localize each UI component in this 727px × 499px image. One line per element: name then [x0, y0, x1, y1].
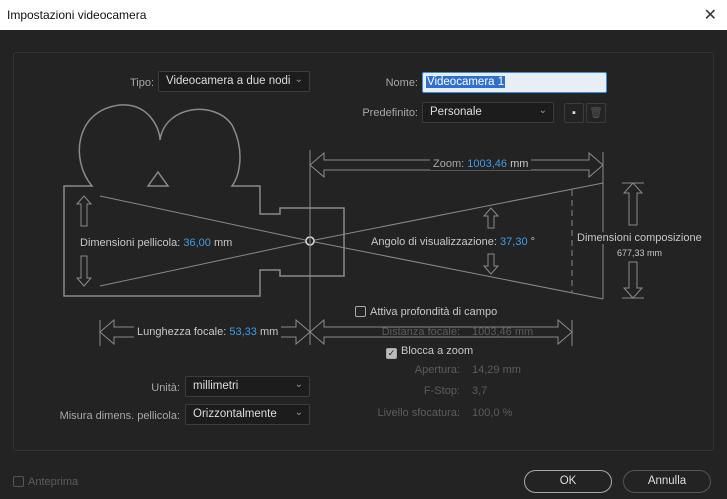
- film-size-label: Dimensioni pellicola:: [80, 237, 181, 249]
- fstop-value: 3,7: [472, 385, 488, 397]
- chevron-down-icon: ⌄: [294, 407, 303, 418]
- trash-icon[interactable]: 🗑: [586, 103, 606, 123]
- preset-value: Personale: [430, 106, 482, 118]
- film-down-arrow: [75, 255, 93, 287]
- checkbox-icon: [13, 476, 24, 487]
- film-measure-label: Misura dimens. pellicola:: [59, 410, 180, 422]
- comp-up-arrow: [622, 182, 644, 226]
- units-label: Unità:: [151, 382, 180, 394]
- comp-down-arrow: [622, 261, 644, 299]
- predefinito-label: Predefinito:: [362, 107, 418, 119]
- focal-length-value[interactable]: 53,33: [229, 326, 257, 338]
- fstop-label: F-Stop:: [423, 385, 460, 397]
- angle-field: Angolo di visualizzazione: 37,30 °: [369, 235, 538, 249]
- blur-value: 100,0 %: [472, 407, 513, 419]
- film-measure-value: Orizzontalmente: [193, 408, 277, 420]
- zoom-label: Zoom:: [433, 158, 465, 170]
- focal-length-field: Lunghezza focale: 53,33 mm: [134, 325, 282, 339]
- angle-label: Angolo di visualizzazione:: [371, 236, 497, 248]
- zoom-value[interactable]: 1003,46: [467, 158, 507, 170]
- blur-label: Livello sfocatura:: [377, 407, 460, 419]
- zoom-unit: mm: [510, 158, 529, 170]
- units-value: millimetri: [193, 380, 239, 392]
- tipo-label: Tipo:: [129, 77, 154, 89]
- save-preset-button[interactable]: ▪: [564, 103, 584, 123]
- camera-body-outline: [63, 104, 345, 297]
- comp-size-label: Dimensioni composizione: [577, 232, 702, 244]
- distance-value: 1003,46 mm: [472, 326, 534, 338]
- name-input[interactable]: Videocamera 1: [422, 72, 607, 93]
- film-up-arrow: [75, 195, 93, 227]
- chevron-down-icon: ⌄: [538, 105, 547, 116]
- angle-value[interactable]: 37,30: [500, 236, 528, 248]
- preview-label: Anteprima: [28, 476, 79, 488]
- comp-size-value: 677,33 mm: [617, 248, 663, 258]
- film-measure-dropdown[interactable]: Orizzontalmente ⌄: [185, 404, 310, 425]
- film-size-unit: mm: [213, 237, 233, 249]
- focal-length-label: Lunghezza focale:: [137, 326, 227, 338]
- viewfinder-icon: [146, 170, 170, 187]
- lock-zoom-checkbox[interactable]: ✓ Blocca a zoom: [386, 345, 473, 359]
- focal-length-unit: mm: [259, 326, 279, 338]
- checkbox-icon: [355, 306, 366, 317]
- angle-up-arrow: [482, 207, 500, 229]
- angle-down-arrow: [482, 253, 500, 275]
- zoom-field: Zoom: 1003,46 mm: [430, 158, 532, 170]
- aperture-value: 14,29 mm: [472, 364, 521, 376]
- distance-label: Distanza focale:: [381, 326, 460, 338]
- checkmark-icon: ✓: [386, 348, 397, 359]
- units-dropdown[interactable]: millimetri ⌄: [185, 376, 310, 397]
- preset-dropdown[interactable]: Personale ⌄: [422, 102, 554, 123]
- name-value: Videocamera 1: [426, 76, 506, 88]
- chevron-down-icon: ⌄: [294, 379, 303, 390]
- ok-button[interactable]: OK: [524, 470, 612, 493]
- angle-unit: °: [530, 236, 536, 248]
- chevron-down-icon: ⌄: [294, 74, 303, 85]
- cancel-button[interactable]: Annulla: [623, 470, 711, 493]
- dof-checkbox[interactable]: Attiva profondità di campo: [355, 306, 497, 318]
- film-size-field: Dimensioni pellicola: 36,00 mm: [78, 236, 235, 250]
- preview-checkbox[interactable]: Anteprima: [13, 476, 78, 488]
- dof-label: Attiva profondità di campo: [370, 306, 498, 318]
- tipo-value: Videocamera a due nodi: [166, 75, 291, 87]
- film-size-value[interactable]: 36,00: [183, 237, 211, 249]
- aperture-label: Apertura:: [414, 364, 460, 376]
- tipo-dropdown[interactable]: Videocamera a due nodi ⌄: [158, 71, 310, 92]
- nome-label: Nome:: [385, 77, 418, 89]
- lock-zoom-label: Blocca a zoom: [401, 345, 474, 357]
